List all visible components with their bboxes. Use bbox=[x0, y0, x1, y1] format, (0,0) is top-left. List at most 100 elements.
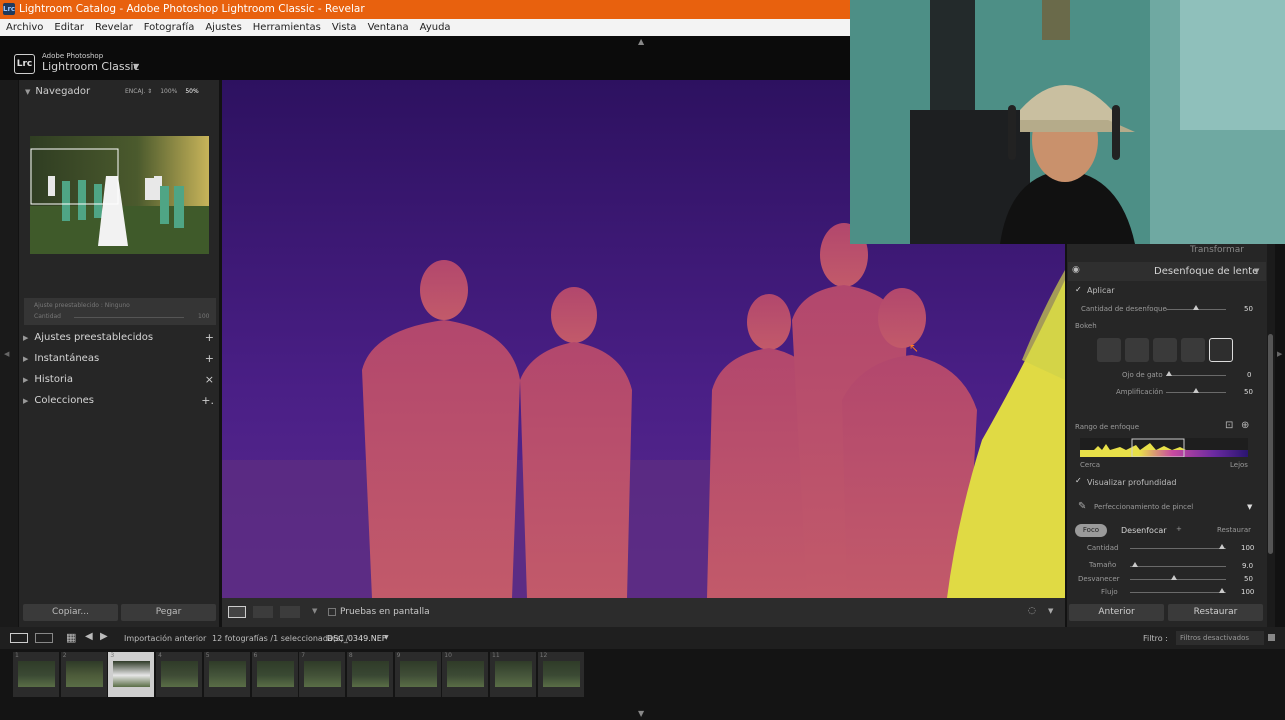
filename-dropdown-icon[interactable]: ▼ bbox=[384, 634, 389, 641]
focus-person-icon[interactable]: ⊡ bbox=[1225, 420, 1233, 431]
menu-ajustes[interactable]: Ajustes bbox=[205, 19, 241, 36]
bokeh-bubble-icon[interactable] bbox=[1125, 338, 1149, 362]
brush-flow-thumb[interactable] bbox=[1219, 588, 1225, 593]
source-label[interactable]: Importación anterior bbox=[124, 634, 206, 643]
brush-reset-link[interactable]: Restaurar bbox=[1217, 526, 1251, 534]
brush-amount-thumb[interactable] bbox=[1219, 544, 1225, 549]
filter-dropdown[interactable]: Filtros desactivados bbox=[1176, 631, 1264, 645]
defocus-button[interactable]: Desenfocar bbox=[1121, 526, 1167, 535]
image-toolbar: ▼ Pruebas en pantalla ◌ ▼ bbox=[222, 598, 1065, 627]
brush-refine-collapse-icon[interactable]: ▼ bbox=[1247, 503, 1252, 511]
filmstrip-thumbnail[interactable]: 5 bbox=[203, 652, 250, 697]
scrollbar-thumb[interactable] bbox=[1268, 334, 1273, 554]
back-arrow-icon[interactable]: ◀ bbox=[85, 631, 93, 642]
apply-checkbox[interactable]: ✓ bbox=[1075, 285, 1082, 294]
add-preset-icon[interactable]: + bbox=[205, 328, 214, 348]
cat-eye-slider[interactable] bbox=[1166, 375, 1226, 376]
section-snapshots[interactable]: ▶ Instantáneas + bbox=[23, 349, 217, 369]
filmstrip-thumbnail[interactable]: 10 bbox=[442, 652, 489, 697]
current-filename[interactable]: DSC_0349.NEF bbox=[327, 634, 386, 643]
filmstrip-thumbnail[interactable]: 1 bbox=[13, 652, 59, 697]
thumbnail-number: 10 bbox=[444, 652, 452, 659]
brush-size-value: 9.0 bbox=[1242, 562, 1254, 570]
navigator-preview[interactable] bbox=[30, 136, 209, 254]
lens-blur-header[interactable]: ◉ Desenfoque de lente ▼ bbox=[1068, 262, 1266, 281]
left-panel-toggle-icon[interactable]: ◀ bbox=[4, 350, 9, 358]
section-history[interactable]: ▶ Historia × bbox=[23, 370, 217, 390]
top-panel-toggle-icon[interactable]: ▲ bbox=[638, 37, 644, 46]
visibility-eye-icon[interactable]: ◉ bbox=[1072, 265, 1080, 275]
loupe-view-icon[interactable] bbox=[228, 606, 246, 618]
filmstrip-thumbnail[interactable]: 12 bbox=[537, 652, 584, 697]
brush-feather-thumb[interactable] bbox=[1171, 575, 1177, 580]
collapse-arrow-icon[interactable]: ▼ bbox=[1254, 267, 1259, 275]
previous-section-title[interactable]: Transformar bbox=[1190, 245, 1244, 255]
filmstrip-thumbnail[interactable]: 9 bbox=[394, 652, 441, 697]
reset-button[interactable]: Restaurar bbox=[1168, 604, 1263, 621]
filmstrip-thumbnail[interactable]: 2 bbox=[60, 652, 107, 697]
forward-arrow-icon[interactable]: ▶ bbox=[100, 631, 108, 642]
expand-arrow-icon: ▶ bbox=[23, 334, 29, 342]
view-options-arrow-icon[interactable]: ▼ bbox=[312, 607, 317, 615]
bokeh-cat-eye-icon[interactable] bbox=[1209, 338, 1233, 362]
focus-button[interactable]: Foco bbox=[1075, 524, 1107, 537]
previous-button[interactable]: Anterior bbox=[1069, 604, 1164, 621]
right-panel-scrollbar[interactable] bbox=[1267, 244, 1275, 627]
zoom-fit[interactable]: ENCAJ. ⇕ bbox=[125, 88, 152, 95]
bokeh-5-blade-icon[interactable] bbox=[1153, 338, 1177, 362]
grid-view-icon[interactable]: ▦ bbox=[66, 631, 76, 644]
monitor-1-icon[interactable] bbox=[10, 633, 28, 643]
focus-range-histogram[interactable] bbox=[1080, 438, 1248, 457]
toolbar-dropdown-icon[interactable]: ▼ bbox=[1048, 607, 1053, 615]
menu-ventana[interactable]: Ventana bbox=[368, 19, 409, 36]
zoom-50[interactable]: 50% bbox=[185, 88, 198, 95]
add-snapshot-icon[interactable]: + bbox=[205, 349, 214, 369]
right-panel-toggle-icon[interactable]: ▶ bbox=[1277, 350, 1282, 358]
section-presets[interactable]: ▶ Ajustes preestablecidos + bbox=[23, 328, 217, 348]
filmstrip-thumbnail[interactable]: 11 bbox=[490, 652, 536, 697]
monitor-2-icon[interactable] bbox=[35, 633, 53, 643]
menu-fotografia[interactable]: Fotografía bbox=[144, 19, 195, 36]
menu-revelar[interactable]: Revelar bbox=[95, 19, 133, 36]
brush-icon[interactable]: ✎ bbox=[1078, 501, 1086, 512]
navigator-header[interactable]: ▼ Navegador bbox=[25, 86, 90, 97]
filmstrip-thumbnail[interactable]: 8 bbox=[346, 652, 393, 697]
filmstrip-thumbnail[interactable]: 6 bbox=[251, 652, 298, 697]
filmstrip-bar: ▦ ◀ ▶ Importación anterior 12 fotografía… bbox=[0, 627, 1285, 649]
copy-button[interactable]: Copiar... bbox=[23, 604, 118, 621]
before-after-icon[interactable] bbox=[253, 606, 273, 618]
menu-ayuda[interactable]: Ayuda bbox=[420, 19, 451, 36]
filmstrip-thumbnail[interactable]: 7 bbox=[299, 652, 346, 697]
bokeh-ring-icon[interactable] bbox=[1181, 338, 1205, 362]
cat-eye-thumb[interactable] bbox=[1166, 371, 1172, 376]
add-collection-icon[interactable]: +. bbox=[201, 391, 214, 411]
zoom-100[interactable]: 100% bbox=[160, 88, 177, 95]
visualize-depth-checkbox[interactable]: ✓ bbox=[1075, 476, 1082, 485]
menu-archivo[interactable]: Archivo bbox=[6, 19, 43, 36]
clear-history-icon[interactable]: × bbox=[205, 370, 214, 390]
blur-amount-thumb[interactable] bbox=[1193, 305, 1199, 310]
menu-editar[interactable]: Editar bbox=[54, 19, 84, 36]
brush-feather-slider[interactable] bbox=[1130, 579, 1226, 580]
preset-amount-slider[interactable] bbox=[74, 317, 184, 318]
paste-button[interactable]: Pegar bbox=[121, 604, 216, 621]
filmstrip-thumbnail[interactable]: 3 bbox=[108, 652, 155, 697]
brush-size-thumb[interactable] bbox=[1132, 562, 1138, 567]
bottom-panel-toggle-icon[interactable]: ▼ bbox=[638, 709, 644, 718]
menu-herramientas[interactable]: Herramientas bbox=[253, 19, 321, 36]
brand-menu-arrow-icon[interactable]: ▼ bbox=[133, 62, 139, 71]
menu-vista[interactable]: Vista bbox=[332, 19, 357, 36]
add-brush-icon[interactable]: + bbox=[1176, 525, 1182, 533]
brush-size-slider[interactable] bbox=[1130, 566, 1226, 567]
compare-view-icon[interactable] bbox=[280, 606, 300, 618]
soft-proof-checkbox[interactable] bbox=[328, 608, 336, 616]
bokeh-circle-icon[interactable] bbox=[1097, 338, 1121, 362]
brush-flow-slider[interactable] bbox=[1130, 592, 1226, 593]
filmstrip-thumbnail[interactable]: 4 bbox=[156, 652, 203, 697]
navigator-collapse-icon: ▼ bbox=[25, 88, 31, 96]
boost-thumb[interactable] bbox=[1193, 388, 1199, 393]
section-collections[interactable]: ▶ Colecciones +. bbox=[23, 391, 217, 411]
filter-lock-icon[interactable] bbox=[1268, 634, 1275, 641]
focus-target-icon[interactable]: ⊕ bbox=[1241, 420, 1249, 431]
brush-amount-slider[interactable] bbox=[1130, 548, 1226, 549]
